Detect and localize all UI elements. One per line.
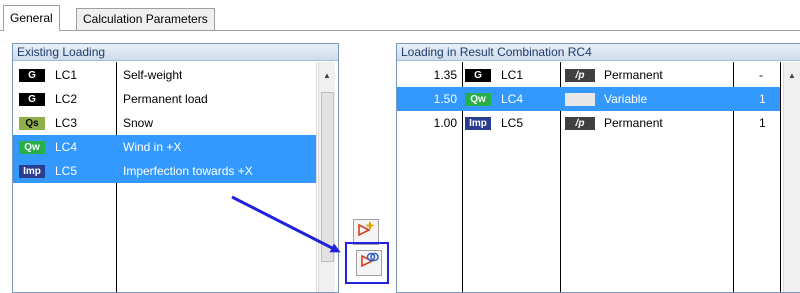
load-type-badge: Qw	[465, 93, 491, 106]
action-type-badge: /p	[565, 69, 595, 82]
load-case-id: LC1	[501, 68, 524, 82]
factor-value: 1.00	[433, 116, 457, 130]
action-type-badge	[565, 93, 595, 106]
action-type-label: Permanent	[604, 68, 663, 82]
action-type-label: Variable	[604, 92, 648, 106]
alternative-flag: 1	[759, 92, 766, 106]
table-row-selected[interactable]: 1.50 Qw LC4 Variable 1	[397, 87, 780, 111]
alternative-flag: 1	[759, 116, 766, 130]
result-combination-title: Loading in Result Combination RC4	[397, 44, 800, 61]
table-row[interactable]: 1.35 G LC1 /p Permanent -	[397, 63, 780, 87]
result-combination-panel: Loading in Result Combination RC4 1.35 G…	[396, 43, 800, 293]
action-type-label: Permanent	[604, 116, 663, 130]
load-case-id: LC4	[501, 92, 524, 106]
load-type-badge: G	[465, 69, 491, 82]
table-row[interactable]: 1.00 Imp LC5 /p Permanent 1	[397, 111, 780, 135]
factor-value: 1.50	[433, 92, 457, 106]
action-type-badge: /p	[565, 117, 595, 130]
column-divider	[780, 62, 781, 292]
load-type-badge: Imp	[465, 117, 491, 130]
load-case-id: LC5	[501, 116, 524, 130]
alternative-flag: -	[759, 68, 763, 82]
factor-value: 1.35	[433, 68, 457, 82]
tab-general[interactable]: General	[3, 5, 60, 31]
vertical-scrollbar[interactable]: ▲	[783, 62, 800, 292]
scroll-up-icon[interactable]: ▲	[784, 68, 800, 84]
